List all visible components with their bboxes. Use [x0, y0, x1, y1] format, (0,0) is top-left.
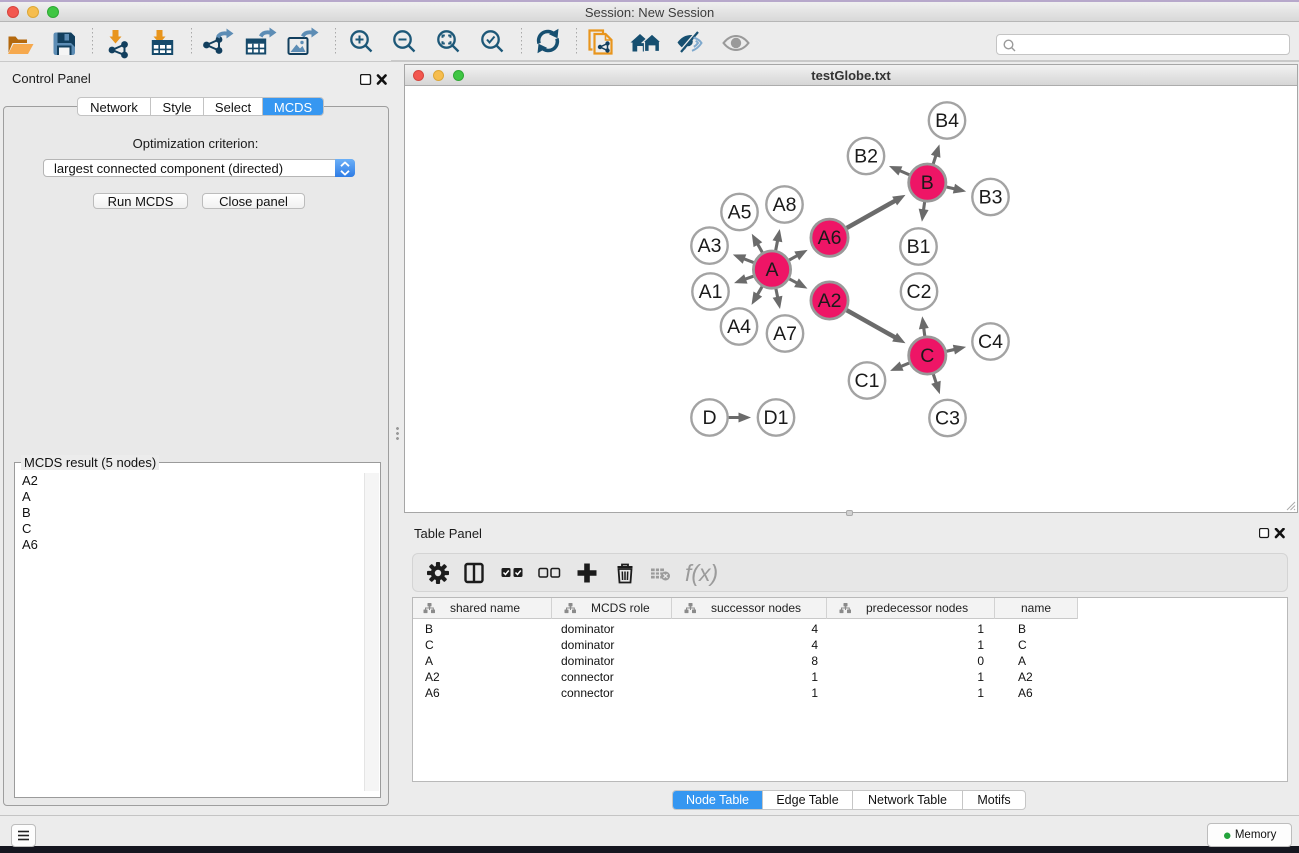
svg-text:C: C: [920, 345, 934, 367]
svg-text:A3: A3: [698, 235, 722, 257]
svg-text:B1: B1: [907, 236, 931, 258]
svg-text:C3: C3: [935, 408, 960, 430]
svg-text:A7: A7: [773, 323, 797, 345]
svg-text:A5: A5: [728, 202, 752, 224]
svg-text:D1: D1: [764, 407, 789, 429]
svg-text:A2: A2: [818, 290, 842, 312]
svg-text:B3: B3: [979, 187, 1003, 209]
svg-text:B: B: [921, 172, 934, 194]
svg-text:B4: B4: [935, 110, 959, 132]
svg-text:A1: A1: [699, 281, 723, 303]
svg-text:C4: C4: [978, 331, 1003, 353]
svg-text:A6: A6: [818, 227, 842, 249]
svg-text:A8: A8: [773, 194, 797, 216]
svg-text:f(x): f(x): [685, 560, 718, 586]
svg-text:C1: C1: [855, 370, 880, 392]
svg-text:A: A: [765, 259, 778, 281]
svg-text:A4: A4: [727, 316, 751, 338]
svg-text:B2: B2: [854, 146, 878, 168]
svg-text:C2: C2: [907, 281, 932, 303]
svg-text:D: D: [702, 407, 716, 429]
